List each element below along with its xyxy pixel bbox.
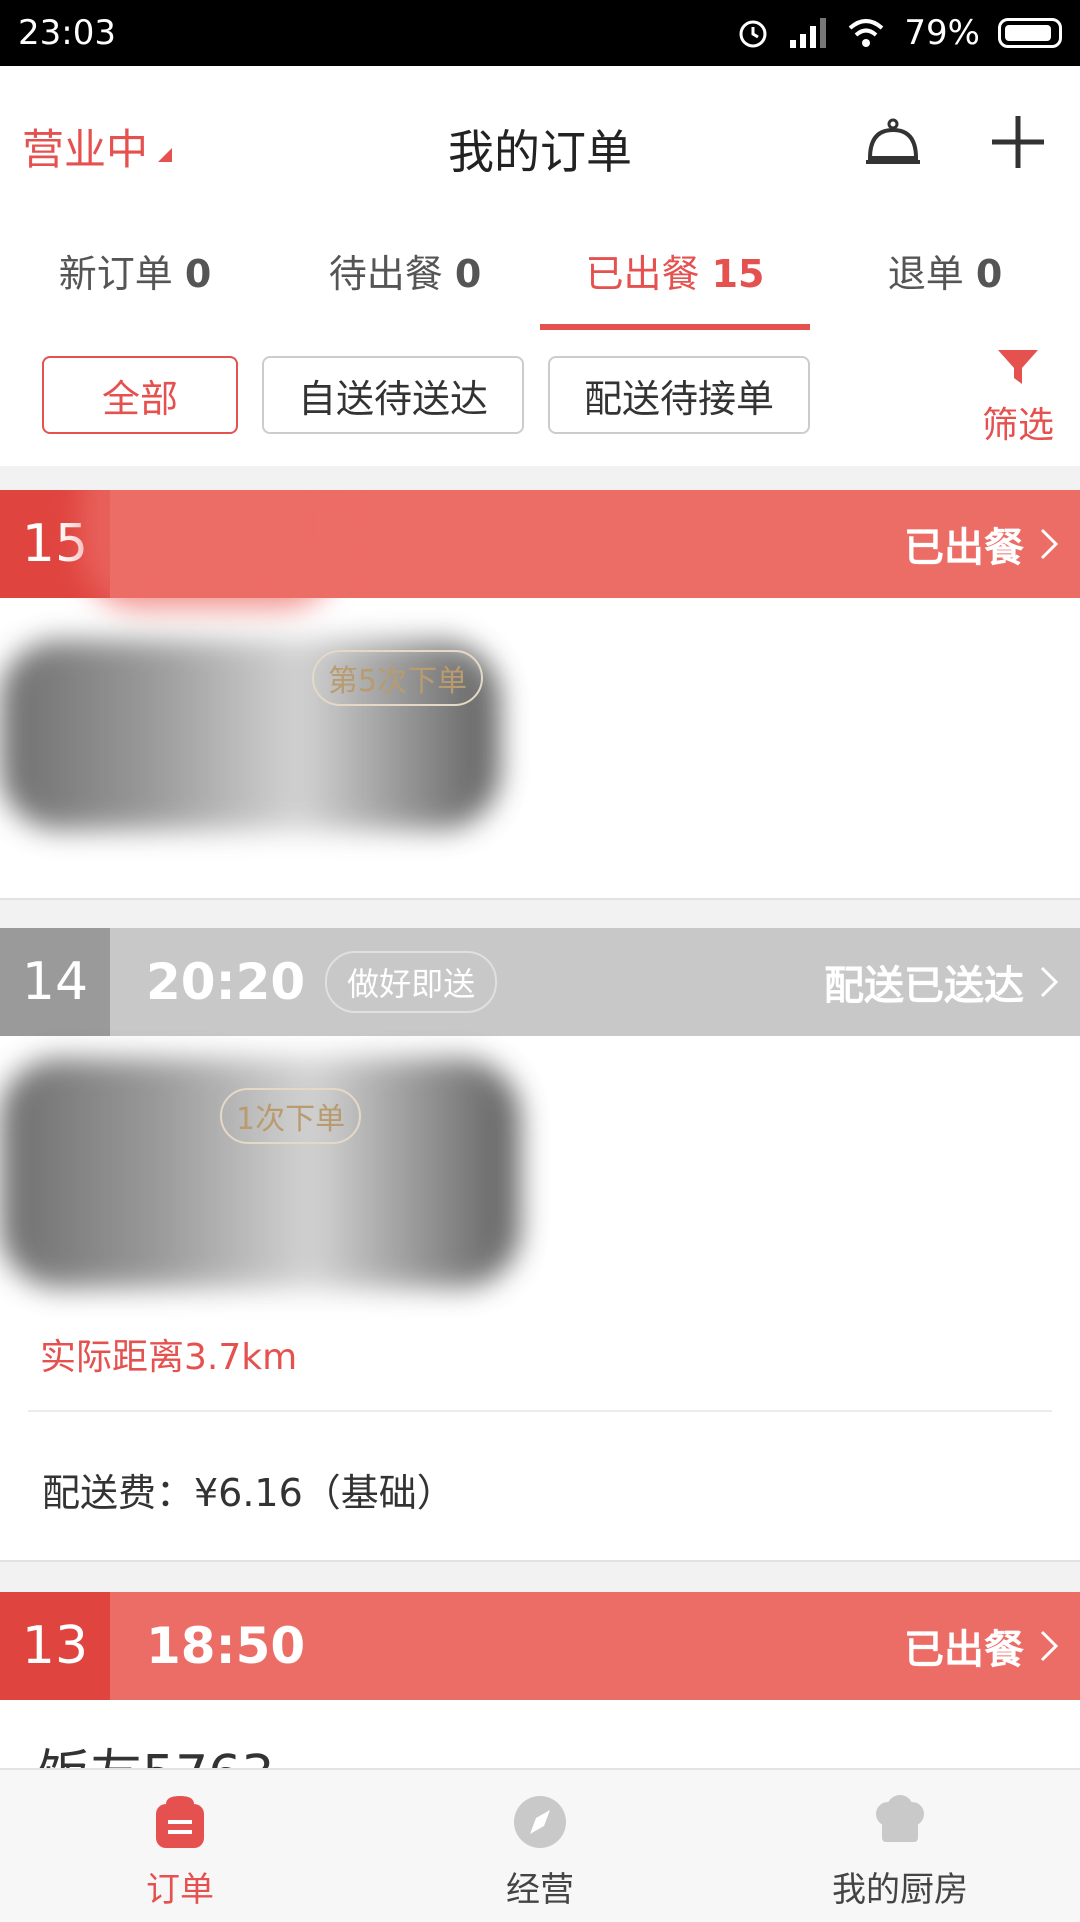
chevron-right-icon <box>1040 528 1058 560</box>
filter-chip-all[interactable]: 全部 <box>42 356 238 434</box>
order-tabs: 新订单 0 待出餐 0 已出餐 15 退单 0 <box>0 226 1080 330</box>
nav-business-label: 经营 <box>506 1870 574 1910</box>
delivery-badge: 做好即送 <box>325 951 498 1013</box>
order-time: 18:50 <box>146 1617 306 1675</box>
filter-chip-self-delivery[interactable]: 自送待送达 <box>262 356 524 434</box>
order-card-header: 14 20:20 做好即送 配送已送达 <box>0 928 1080 1036</box>
order-card[interactable]: 13 18:50 已出餐 饭友5763 <box>0 1592 1080 1774</box>
nav-my-kitchen[interactable]: 我的厨房 <box>720 1770 1080 1922</box>
bottom-navigation: 订单 经营 我的厨房 <box>0 1768 1080 1922</box>
filter-bar: 全部 自送待送达 配送待接单 筛选 <box>0 330 1080 466</box>
compass-icon <box>514 1796 566 1848</box>
nav-my-kitchen-label: 我的厨房 <box>832 1870 968 1910</box>
order-icon <box>156 1796 204 1848</box>
order-card[interactable]: 14 20:20 做好即送 配送已送达 1次下单 实际距离3.7km 配送费：¥… <box>0 928 1080 1562</box>
app-header: 营业中 我的订单 <box>0 66 1080 226</box>
delivery-fee: 配送费：¥6.16（基础） <box>42 1471 455 1515</box>
nav-orders[interactable]: 订单 <box>0 1770 360 1922</box>
status-time: 23:03 <box>18 13 116 53</box>
divider <box>28 1410 1052 1412</box>
chevron-right-icon <box>1040 1630 1058 1662</box>
service-bell-icon[interactable] <box>858 110 928 180</box>
signal-icon <box>790 18 827 48</box>
order-status[interactable]: 已出餐 <box>904 490 1058 598</box>
wifi-icon <box>849 19 884 47</box>
order-status[interactable]: 已出餐 <box>904 1592 1058 1700</box>
chef-hat-icon <box>876 1795 924 1842</box>
filter-label: 筛选 <box>981 405 1054 446</box>
order-time: 20:20 <box>146 953 306 1011</box>
alarm-icon <box>739 20 767 48</box>
status-bar: 23:03 79% <box>0 0 1080 66</box>
order-count-badge: 1次下单 <box>220 1088 362 1144</box>
tab-refunds[interactable]: 退单 0 <box>810 226 1080 330</box>
funnel-icon <box>998 350 1038 384</box>
nav-business[interactable]: 经营 <box>360 1770 720 1922</box>
order-card-header: 13 18:50 已出餐 <box>0 1592 1080 1700</box>
order-number: 13 <box>0 1592 110 1700</box>
battery-icon <box>998 18 1062 48</box>
filter-button[interactable]: 筛选 <box>968 346 1068 448</box>
add-icon[interactable] <box>988 112 1048 172</box>
order-number: 14 <box>0 928 110 1036</box>
nav-orders-label: 订单 <box>146 1870 214 1910</box>
filter-chip-awaiting-rider[interactable]: 配送待接单 <box>548 356 810 434</box>
tab-new-orders[interactable]: 新订单 0 <box>0 226 270 330</box>
chevron-right-icon <box>1040 966 1058 998</box>
order-card[interactable]: 15 已出餐 第5次下单 <box>0 490 1080 900</box>
redacted-area <box>80 490 340 610</box>
distance-text: 实际距离3.7km <box>40 1337 298 1378</box>
order-status[interactable]: 配送已送达 <box>824 928 1058 1036</box>
battery-percent: 79% <box>904 13 980 53</box>
order-count-badge: 第5次下单 <box>312 650 484 706</box>
tab-meals-out[interactable]: 已出餐 15 <box>540 226 810 330</box>
tab-pending-meals[interactable]: 待出餐 0 <box>270 226 540 330</box>
